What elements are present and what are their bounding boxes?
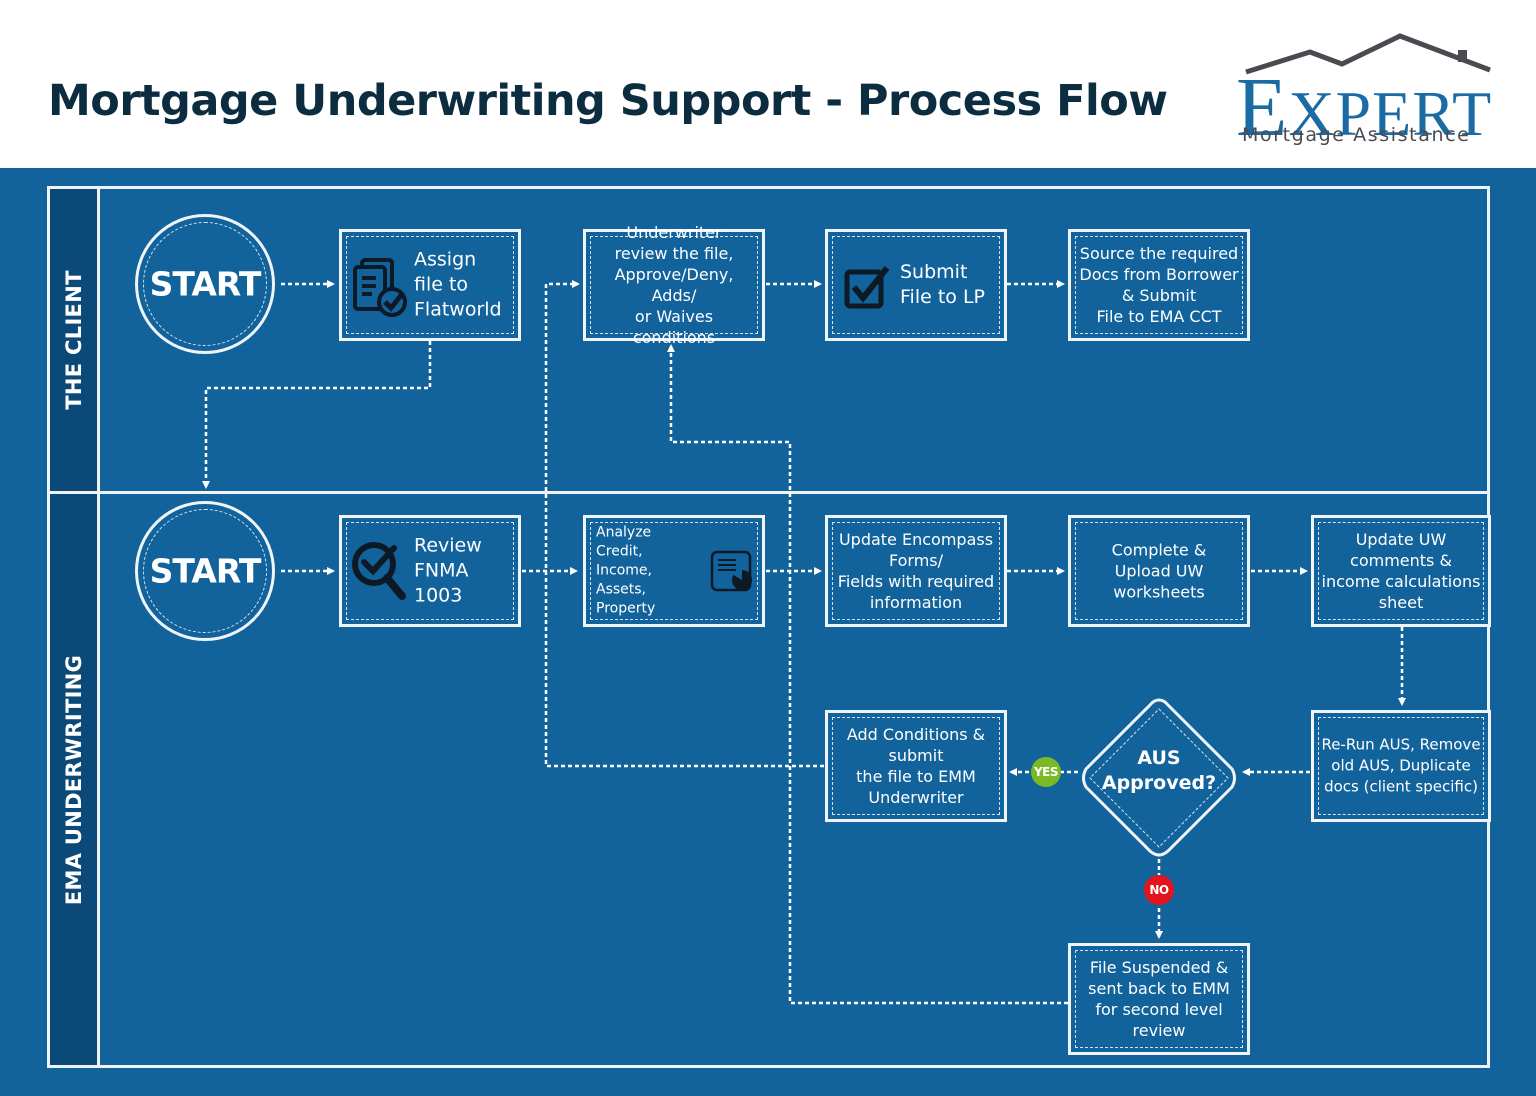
label-line: Approved? (1101, 772, 1217, 794)
node-assign-file[interactable]: Assign file to Flatworld (339, 229, 521, 341)
node-label: Re-Run AUS, Remove old AUS, Duplicate do… (1320, 735, 1482, 798)
no-badge: NO (1144, 875, 1174, 905)
label-line: file to (414, 273, 469, 296)
lane-label-ema: EMA UNDERWRITING (50, 494, 100, 1065)
logo-subtitle: Mortgage Assistance (1242, 124, 1471, 146)
label-line: or Waives conditions (632, 307, 716, 347)
label-line: Docs from Borrower (1079, 265, 1239, 284)
node-label: Assign file to Flatworld (414, 248, 512, 323)
node-submit-lp[interactable]: Submit File to LP (825, 229, 1007, 341)
label-line: docs (client specific) (1324, 777, 1478, 796)
label-line: Forms/ (888, 551, 944, 570)
node-label: File Suspended & sent back to EMM for se… (1077, 957, 1241, 1041)
label-line: AUS (1137, 747, 1181, 769)
node-label: Underwriter review the file, Approve/Den… (592, 222, 756, 348)
node-label: Add Conditions & submit the file to EMM … (834, 724, 998, 808)
node-label: Source the required Docs from Borrower &… (1077, 243, 1241, 327)
label-line: information (869, 593, 963, 612)
label-line: 1003 (414, 584, 463, 607)
label-line: FNMA (414, 559, 469, 582)
label-line: Update Encompass (838, 530, 994, 549)
label-line: submit (888, 746, 944, 765)
label-line: Re-Run AUS, Remove (1321, 735, 1481, 754)
label-line: Flatworld (414, 298, 502, 321)
label-line: Update UW (1355, 530, 1447, 549)
label-line: Assign (414, 248, 477, 271)
node-rerun-aus[interactable]: Re-Run AUS, Remove old AUS, Duplicate do… (1311, 710, 1491, 822)
label-line: worksheets (1113, 582, 1205, 602)
label-line: the file to EMM (856, 767, 976, 786)
lane-label-text: EMA UNDERWRITING (61, 654, 86, 905)
label-line: Analyze Credit, (596, 524, 652, 560)
header: Mortgage Underwriting Support - Process … (0, 0, 1536, 168)
lane-label-client: THE CLIENT (50, 189, 100, 491)
label-line: Property (596, 600, 656, 617)
label-line: Underwriter (868, 788, 964, 807)
node-label: Submit File to LP (900, 260, 998, 310)
node-add-conditions[interactable]: Add Conditions & submit the file to EMM … (825, 710, 1007, 822)
page-title: Mortgage Underwriting Support - Process … (48, 76, 1168, 126)
decision-label: AUS Approved? (1078, 746, 1240, 796)
label-line: review the file, (614, 244, 734, 263)
start-label: START (149, 264, 262, 304)
label-line: Source the required (1079, 244, 1239, 263)
document-check-icon (353, 258, 407, 317)
label-line: Fields with required (837, 572, 995, 591)
label-line: Approve/Deny, Adds/ (614, 265, 734, 305)
start-label: START (149, 551, 262, 591)
label-line: income calculations (1321, 572, 1481, 591)
label-line: & Submit (1121, 286, 1197, 305)
node-review-fnma[interactable]: Review FNMA 1003 (339, 515, 521, 627)
lane-label-text: THE CLIENT (61, 270, 86, 410)
node-label: Update UW comments & income calculations… (1320, 529, 1482, 613)
label-line: Complete & (1111, 540, 1207, 560)
node-label: Update Encompass Forms/ Fields with requ… (834, 529, 998, 613)
label-line: File to LP (900, 286, 985, 308)
label-line: for second level (1095, 1000, 1223, 1019)
label-line: File Suspended & (1089, 958, 1229, 977)
label-line: Add Conditions & (846, 725, 986, 744)
label-line: Upload UW (1114, 561, 1204, 581)
report-pie-chart-icon (710, 550, 752, 592)
node-source-docs[interactable]: Source the required Docs from Borrower &… (1068, 229, 1250, 341)
node-update-encompass[interactable]: Update Encompass Forms/ Fields with requ… (825, 515, 1007, 627)
ema-start-node[interactable]: START (135, 501, 275, 641)
label-line: review (1132, 1021, 1186, 1040)
node-analyze[interactable]: Analyze Credit, Income, Assets, Property (583, 515, 765, 627)
label-line: comments & (1350, 551, 1452, 570)
label-line: Income, Assets, (596, 562, 652, 598)
label-line: sent back to EMM (1088, 979, 1230, 998)
label-line: Underwriter (626, 223, 722, 242)
label-line: Submit (900, 261, 968, 283)
node-label: Complete & Upload UW worksheets (1077, 540, 1241, 603)
lane-divider (50, 491, 1487, 494)
checkbox-checked-icon (844, 266, 890, 309)
magnifier-check-icon (352, 542, 406, 600)
node-label: Review FNMA 1003 (414, 534, 512, 609)
label-line: File to EMA CCT (1096, 307, 1222, 326)
node-update-uw[interactable]: Update UW comments & income calculations… (1311, 515, 1491, 627)
yes-badge: YES (1031, 757, 1061, 787)
node-complete-upload[interactable]: Complete & Upload UW worksheets (1068, 515, 1250, 627)
node-file-suspended[interactable]: File Suspended & sent back to EMM for se… (1068, 943, 1250, 1055)
label-line: sheet (1378, 593, 1424, 612)
node-underwriter-review[interactable]: Underwriter review the file, Approve/Den… (583, 223, 765, 347)
logo: EXPERT Mortgage Assistance (1232, 30, 1502, 150)
client-start-node[interactable]: START (135, 214, 275, 354)
label-line: Review (414, 534, 482, 557)
label-line: old AUS, Duplicate (1331, 756, 1471, 775)
node-label: Analyze Credit, Income, Assets, Property (596, 524, 702, 619)
